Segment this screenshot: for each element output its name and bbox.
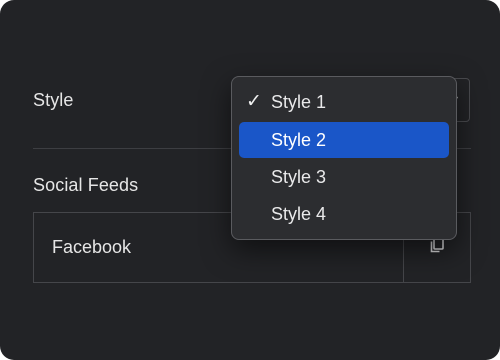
option-style-2[interactable]: Style 2 (239, 122, 449, 158)
option-style-1[interactable]: ✓ Style 1 (239, 84, 449, 120)
checkmark-icon: ✓ (246, 91, 262, 112)
option-label: Style 3 (271, 167, 327, 187)
option-label: Style 4 (271, 204, 327, 224)
option-label: Style 2 (271, 130, 327, 150)
option-label: Style 1 (271, 92, 327, 112)
style-dropdown-menu: ✓ Style 1 Style 2 Style 3 Style 4 (231, 76, 457, 240)
settings-panel: Style ▾ Social Feeds Facebook ✓ Style 1 … (0, 0, 500, 360)
social-feed-facebook-label[interactable]: Facebook (52, 237, 131, 258)
social-feeds-label: Social Feeds (33, 175, 139, 195)
style-label: Style (33, 90, 74, 110)
option-style-3[interactable]: Style 3 (239, 159, 449, 195)
option-style-4[interactable]: Style 4 (239, 196, 449, 232)
